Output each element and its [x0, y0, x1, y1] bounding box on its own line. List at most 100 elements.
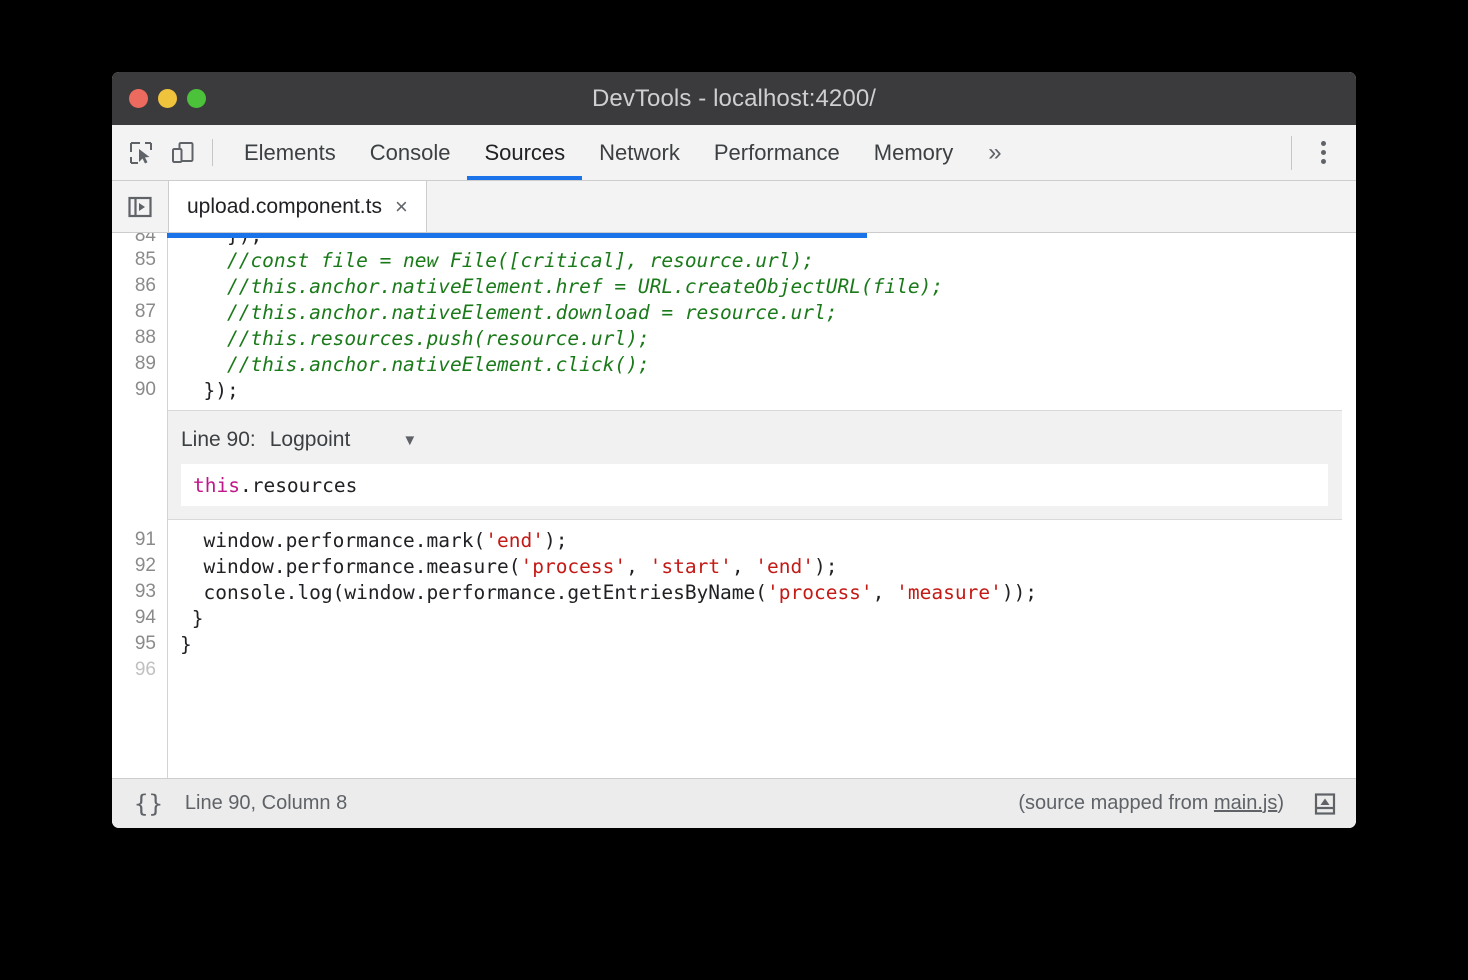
tab-performance[interactable]: Performance	[697, 125, 857, 180]
pretty-print-icon[interactable]: {}	[130, 790, 167, 818]
line-text: console.log(window.performance.getEntrie…	[167, 581, 1037, 604]
source-map-note: (source mapped from main.js)	[1018, 792, 1284, 815]
code-token: ,	[873, 581, 896, 604]
code-token: ,	[732, 555, 755, 578]
tab-elements[interactable]: Elements	[227, 125, 353, 180]
line-number[interactable]: 90	[112, 379, 167, 401]
tab-network[interactable]: Network	[582, 125, 697, 180]
line-number[interactable]: 96	[112, 659, 167, 681]
editor-status-bar: {} Line 90, Column 8 (source mapped from…	[112, 778, 1356, 828]
line-number[interactable]: 89	[112, 353, 167, 375]
line-text: });	[167, 379, 239, 402]
line-text: }	[167, 607, 203, 630]
devtools-window: DevTools - localhost:4200/ Elements Cons…	[112, 72, 1356, 828]
logpoint-expression-input[interactable]: this.resources	[181, 464, 1328, 506]
code-token: 'process'	[767, 581, 873, 604]
line-number[interactable]: 94	[112, 607, 167, 629]
code-line-89: 89 //this.anchor.nativeElement.click();	[112, 351, 1356, 377]
line-number[interactable]: 87	[112, 301, 167, 323]
code-token: 'end'	[485, 529, 544, 552]
logpoint-expression-keyword: this	[193, 474, 240, 497]
line-number[interactable]: 91	[112, 529, 167, 551]
cursor-position: Line 90, Column 8	[185, 792, 347, 815]
line-number[interactable]: 95	[112, 633, 167, 655]
title-bar: DevTools - localhost:4200/	[112, 72, 1356, 125]
breakpoint-type-select[interactable]: Logpoint ▼	[270, 428, 417, 452]
code-line-93: 93 console.log(window.performance.getEnt…	[112, 579, 1356, 605]
code-token: );	[544, 529, 567, 552]
close-window-button[interactable]	[129, 89, 148, 108]
chevron-down-icon: ▼	[402, 432, 417, 449]
toolbar-divider-right	[1291, 136, 1292, 170]
toolbar-icon-group	[126, 125, 212, 180]
logpoint-line-label: Line 90:	[181, 428, 256, 452]
source-map-suffix: )	[1277, 792, 1284, 814]
more-tabs-icon[interactable]: »	[970, 125, 1019, 180]
code-line-85: 85 //const file = new File([critical], r…	[112, 247, 1356, 273]
code-token: ));	[1002, 581, 1037, 604]
code-token: 'end'	[755, 555, 814, 578]
line-text: //this.resources.push(resource.url);	[167, 327, 650, 350]
code-token: window.performance.measure(	[180, 555, 520, 578]
minimize-window-button[interactable]	[158, 89, 177, 108]
code-token: 'process'	[520, 555, 626, 578]
window-controls	[112, 89, 206, 108]
line-text: //this.anchor.nativeElement.click();	[167, 353, 650, 376]
code-line-87: 87 //this.anchor.nativeElement.download …	[112, 299, 1356, 325]
code-line-86: 86 //this.anchor.nativeElement.href = UR…	[112, 273, 1356, 299]
code-token: }	[180, 633, 192, 656]
show-navigator-icon[interactable]	[112, 181, 168, 232]
line-text: //this.anchor.nativeElement.href = URL.c…	[167, 275, 943, 298]
horizontal-scrollbar[interactable]	[167, 233, 867, 238]
line-text: }	[167, 633, 192, 656]
line-text: window.performance.mark('end');	[167, 529, 567, 552]
code-line-95: 95}	[112, 631, 1356, 657]
code-token: ,	[626, 555, 649, 578]
line-text: //const file = new File([critical], reso…	[167, 249, 814, 272]
code-lines-after-logpoint: 91 window.performance.mark('end');92 win…	[112, 527, 1356, 683]
code-token: 'measure'	[896, 581, 1002, 604]
code-token: 'start'	[650, 555, 732, 578]
line-text: //this.anchor.nativeElement.download = r…	[167, 301, 837, 324]
code-line-96: 96	[112, 657, 1356, 683]
line-number[interactable]: 92	[112, 555, 167, 577]
close-icon[interactable]: ×	[395, 196, 408, 218]
code-token: );	[814, 555, 837, 578]
tab-memory[interactable]: Memory	[857, 125, 970, 180]
logpoint-widget[interactable]: Line 90: Logpoint ▼ this.resources	[167, 410, 1342, 520]
panel-tabs: Elements Console Sources Network Perform…	[213, 125, 1291, 180]
line-number[interactable]: 85	[112, 249, 167, 271]
gutter-divider	[167, 233, 168, 778]
logpoint-expression-rest: .resources	[240, 474, 357, 497]
line-number[interactable]: 86	[112, 275, 167, 297]
tab-sources[interactable]: Sources	[467, 125, 582, 180]
tab-console[interactable]: Console	[353, 125, 468, 180]
source-editor[interactable]: 84 }); 85 //const file = new File([criti…	[112, 233, 1356, 778]
line-number[interactable]: 88	[112, 327, 167, 349]
more-options-icon[interactable]	[1306, 136, 1340, 170]
file-tab-label: upload.component.ts	[187, 195, 382, 219]
code-token: }	[180, 607, 203, 630]
source-map-link[interactable]: main.js	[1214, 792, 1277, 814]
code-line-92: 92 window.performance.measure('process',…	[112, 553, 1356, 579]
window-title: DevTools - localhost:4200/	[112, 85, 1356, 113]
toolbar-right-group	[1291, 125, 1356, 180]
code-line-90: 90 });	[112, 377, 1356, 403]
breakpoint-type-value: Logpoint	[270, 428, 351, 452]
logpoint-header: Line 90: Logpoint ▼	[167, 422, 1342, 464]
line-number: 84	[112, 233, 167, 247]
file-tab-upload-component[interactable]: upload.component.ts ×	[168, 181, 427, 232]
maximize-window-button[interactable]	[187, 89, 206, 108]
code-lines-before-logpoint: 85 //const file = new File([critical], r…	[112, 247, 1356, 403]
source-map-prefix: (source mapped from	[1018, 792, 1214, 814]
device-toolbar-icon[interactable]	[168, 138, 198, 168]
line-number[interactable]: 93	[112, 581, 167, 603]
devtools-toolbar: Elements Console Sources Network Perform…	[112, 125, 1356, 181]
code-token: console.log(window.performance.getEntrie…	[180, 581, 767, 604]
show-drawer-icon[interactable]	[1308, 787, 1342, 821]
line-text: window.performance.measure('process', 's…	[167, 555, 837, 578]
file-tab-strip: upload.component.ts ×	[112, 181, 1356, 233]
code-line-94: 94 }	[112, 605, 1356, 631]
inspect-element-icon[interactable]	[126, 138, 156, 168]
code-token: window.performance.mark(	[180, 529, 485, 552]
